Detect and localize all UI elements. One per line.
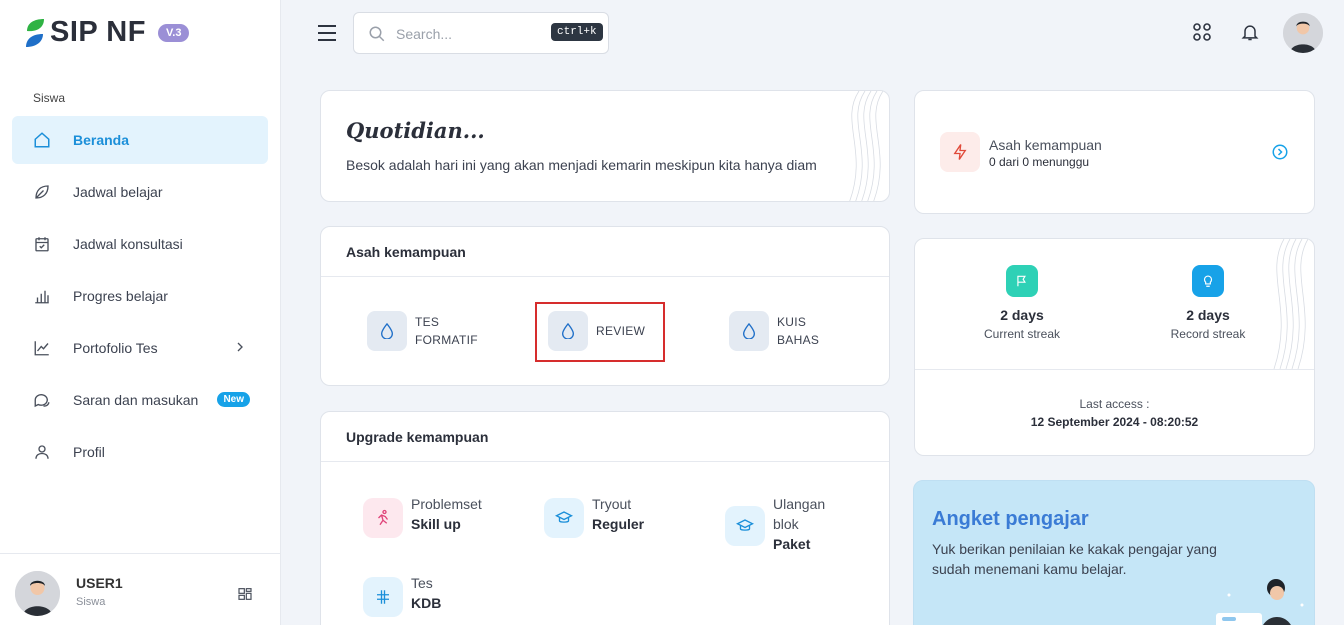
teacher-illustration-icon (1216, 579, 1304, 625)
record-streak: 2 days Record streak (1138, 265, 1278, 341)
layout-icon[interactable] (237, 586, 253, 602)
sidebar-nav: Beranda Jadwal belajar Jadwal konsultasi… (12, 116, 268, 480)
problemset-button[interactable]: Problemset Skill up (363, 496, 482, 538)
logo-text: SIP NF (50, 16, 146, 48)
sidebar-item-saran-dan-masukan[interactable]: Saran dan masukan New (12, 376, 268, 424)
new-badge: New (217, 392, 250, 407)
sidebar-item-label: Saran dan masukan (73, 392, 199, 408)
leaf-logo-icon (26, 18, 44, 47)
sidebar-item-label: Beranda (73, 132, 130, 148)
angket-text: Yuk berikan penilaian ke kakak pengajar … (932, 541, 1217, 577)
item-label: blok (773, 516, 799, 532)
chat-icon (32, 390, 52, 410)
sidebar-item-portofolio-tes[interactable]: Portofolio Tes (12, 324, 268, 372)
streak-label: Record streak (1170, 327, 1246, 341)
runner-icon (363, 498, 403, 538)
tryout-button[interactable]: Tryout Reguler (544, 496, 645, 538)
quote-card: Quotidian... Besok adalah hari ini yang … (320, 90, 890, 202)
graduation-cap-icon (725, 506, 765, 546)
angket-pengajar-card[interactable]: Angket pengajar Yuk berikan penilaian ke… (913, 480, 1315, 625)
item-value: Paket (773, 536, 811, 552)
sidebar-item-label: Portofolio Tes (73, 340, 158, 356)
item-value: Skill up (411, 516, 461, 532)
ulangan-blok-button[interactable]: Ulangan blok Paket (725, 496, 825, 554)
sidebar: SIP NF V.3 Siswa Beranda Jadwal belajar … (0, 0, 281, 625)
item-label: Ulangan (773, 496, 826, 512)
last-access-label: Last access : (1079, 397, 1150, 411)
item-label: Problemset (411, 496, 482, 512)
app-logo[interactable]: SIP NF V.3 (24, 16, 190, 49)
bell-icon[interactable] (1240, 21, 1260, 43)
pending-title: Asah kemampuan (989, 137, 1102, 153)
sidebar-item-beranda[interactable]: Beranda (12, 116, 268, 164)
apps-grid-icon[interactable] (1192, 22, 1212, 42)
wave-decoration (849, 91, 884, 201)
sidebar-item-label: Profil (73, 444, 105, 460)
droplet-icon (367, 311, 407, 351)
sidebar-item-progres-belajar[interactable]: Progres belajar (12, 272, 268, 320)
angket-title: Angket pengajar (932, 508, 1089, 530)
streak-value: 2 days (1186, 307, 1230, 323)
sidebar-item-label: Progres belajar (73, 288, 168, 304)
item-label: TES (415, 315, 440, 329)
chevron-right-icon (237, 342, 243, 352)
sidebar-section-label: Siswa (33, 91, 66, 105)
sidebar-item-label: Jadwal konsultasi (73, 236, 183, 252)
home-icon (32, 130, 52, 150)
tes-kdb-button[interactable]: Tes KDB (363, 575, 442, 617)
graduation-cap-icon (544, 498, 584, 538)
divider (915, 369, 1314, 370)
quote-title: Quotidian... (346, 118, 485, 143)
item-label: FORMATIF (415, 333, 478, 347)
pending-asah-card[interactable]: Asah kemampuan 0 dari 0 menunggu (914, 90, 1315, 214)
search-icon (369, 26, 385, 42)
asah-kemampuan-card: Asah kemampuan TES FORMATIF REVIEW KUIS … (320, 226, 890, 386)
upgrade-kemampuan-card: Upgrade kemampuan Problemset Skill up Tr… (320, 411, 890, 625)
bulb-icon (1192, 265, 1224, 297)
sidebar-item-profil[interactable]: Profil (12, 428, 268, 476)
item-label: BAHAS (777, 333, 820, 347)
header-avatar[interactable] (1283, 13, 1323, 53)
line-chart-icon (32, 338, 52, 358)
item-label: Tryout (592, 496, 632, 512)
item-value: Reguler (592, 516, 645, 532)
version-badge: V.3 (157, 23, 190, 42)
sidebar-item-label: Jadwal belajar (73, 184, 163, 200)
quote-text: Besok adalah hari ini yang akan menjadi … (346, 157, 817, 173)
tes-formatif-button[interactable]: TES FORMATIF (367, 311, 478, 351)
bolt-icon (940, 132, 980, 172)
last-access-value: 12 September 2024 - 08:20:52 (1030, 415, 1199, 429)
current-streak: 2 days Current streak (952, 265, 1092, 341)
item-label: Tes (411, 575, 433, 591)
streak-value: 2 days (1000, 307, 1044, 323)
kuis-bahas-button[interactable]: KUIS BAHAS (729, 311, 819, 351)
streak-card: 2 days Current streak 2 days Record stre… (914, 238, 1315, 456)
user-role: Siswa (76, 596, 106, 608)
flag-icon (1006, 265, 1038, 297)
item-value: KDB (411, 595, 442, 611)
item-label: KUIS (777, 315, 807, 329)
calendar-check-icon (32, 234, 52, 254)
chevron-circle-right-icon[interactable] (1271, 143, 1289, 161)
sidebar-item-jadwal-belajar[interactable]: Jadwal belajar (12, 168, 268, 216)
sidebar-item-jadwal-konsultasi[interactable]: Jadwal konsultasi (12, 220, 268, 268)
sidebar-user-panel: USER1 Siswa (0, 553, 280, 625)
bar-chart-icon (32, 286, 52, 306)
user-name: USER1 (76, 575, 123, 591)
hamburger-menu-icon[interactable] (317, 24, 337, 42)
pending-subtitle: 0 dari 0 menunggu (989, 155, 1090, 169)
user-icon (32, 442, 52, 462)
review-highlight-box (535, 302, 665, 362)
card-title: Upgrade kemampuan (321, 412, 889, 462)
search-box[interactable]: ctrl+k (353, 12, 609, 54)
streak-label: Current streak (983, 327, 1061, 341)
search-input[interactable] (396, 23, 546, 45)
droplet-icon (729, 311, 769, 351)
shortcut-hint: ctrl+k (551, 23, 603, 41)
avatar[interactable] (15, 571, 60, 616)
hash-icon (363, 577, 403, 617)
leaf-icon (32, 182, 52, 202)
card-title: Asah kemampuan (321, 227, 889, 277)
